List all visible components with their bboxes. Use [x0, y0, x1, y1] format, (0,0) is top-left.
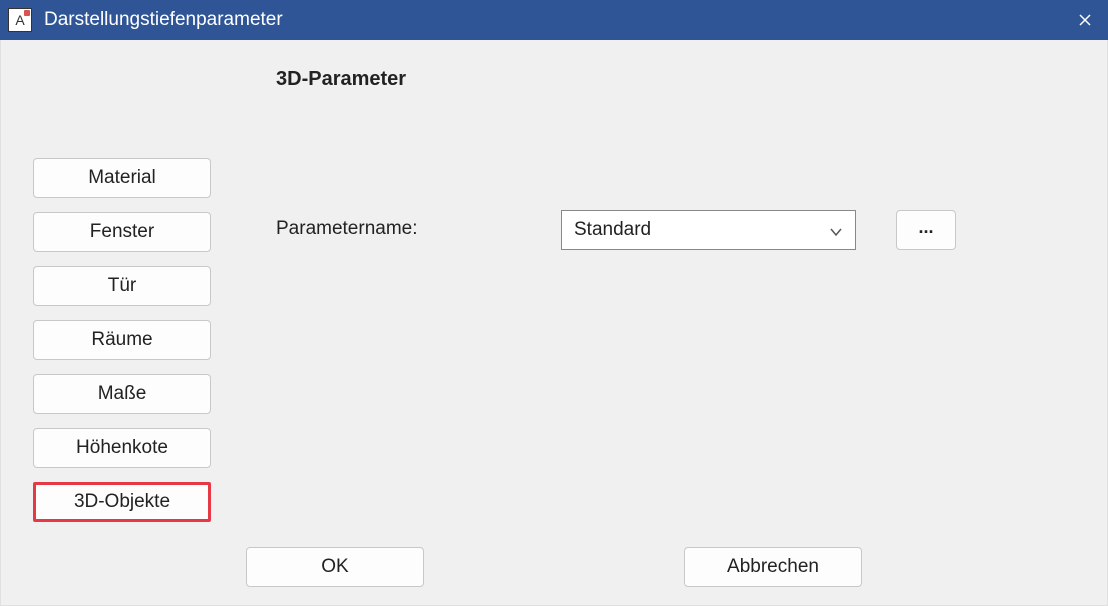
dialog-content: 3D-Parameter Material Fenster Tür Räume …	[0, 40, 1108, 606]
cancel-button[interactable]: Abbrechen	[684, 547, 862, 587]
category-sidebar: Material Fenster Tür Räume Maße Höhenkot…	[33, 158, 211, 522]
sidebar-item-raeume[interactable]: Räume	[33, 320, 211, 360]
sidebar-item-fenster[interactable]: Fenster	[33, 212, 211, 252]
cancel-button-label: Abbrechen	[727, 556, 819, 577]
sidebar-item-tuer[interactable]: Tür	[33, 266, 211, 306]
parametername-label: Parametername:	[276, 218, 418, 240]
sidebar-item-label: Räume	[91, 329, 152, 350]
close-button[interactable]	[1062, 0, 1108, 40]
ok-button-label: OK	[321, 556, 348, 577]
close-icon	[1079, 14, 1091, 26]
sidebar-item-label: Material	[88, 167, 156, 188]
sidebar-item-label: Höhenkote	[76, 437, 168, 458]
browse-button[interactable]: ...	[896, 210, 956, 250]
page-heading: 3D-Parameter	[276, 68, 406, 91]
window-title: Darstellungstiefenparameter	[44, 9, 1062, 31]
app-icon-letter: A	[15, 12, 24, 28]
app-icon: A	[8, 8, 32, 32]
ok-button[interactable]: OK	[246, 547, 424, 587]
chevron-down-icon	[829, 223, 843, 237]
sidebar-item-label: Fenster	[90, 221, 154, 242]
browse-button-label: ...	[918, 217, 933, 237]
sidebar-item-hoehenkote[interactable]: Höhenkote	[33, 428, 211, 468]
dialog-actions: OK Abbrechen	[1, 547, 1107, 587]
parametername-selected: Standard	[574, 219, 829, 241]
sidebar-item-3d-objekte[interactable]: 3D-Objekte	[33, 482, 211, 522]
sidebar-item-masse[interactable]: Maße	[33, 374, 211, 414]
parametername-select[interactable]: Standard	[561, 210, 856, 250]
titlebar: A Darstellungstiefenparameter	[0, 0, 1108, 40]
sidebar-item-label: Maße	[98, 383, 147, 404]
sidebar-item-label: Tür	[108, 275, 137, 296]
sidebar-item-material[interactable]: Material	[33, 158, 211, 198]
sidebar-item-label: 3D-Objekte	[74, 491, 170, 512]
